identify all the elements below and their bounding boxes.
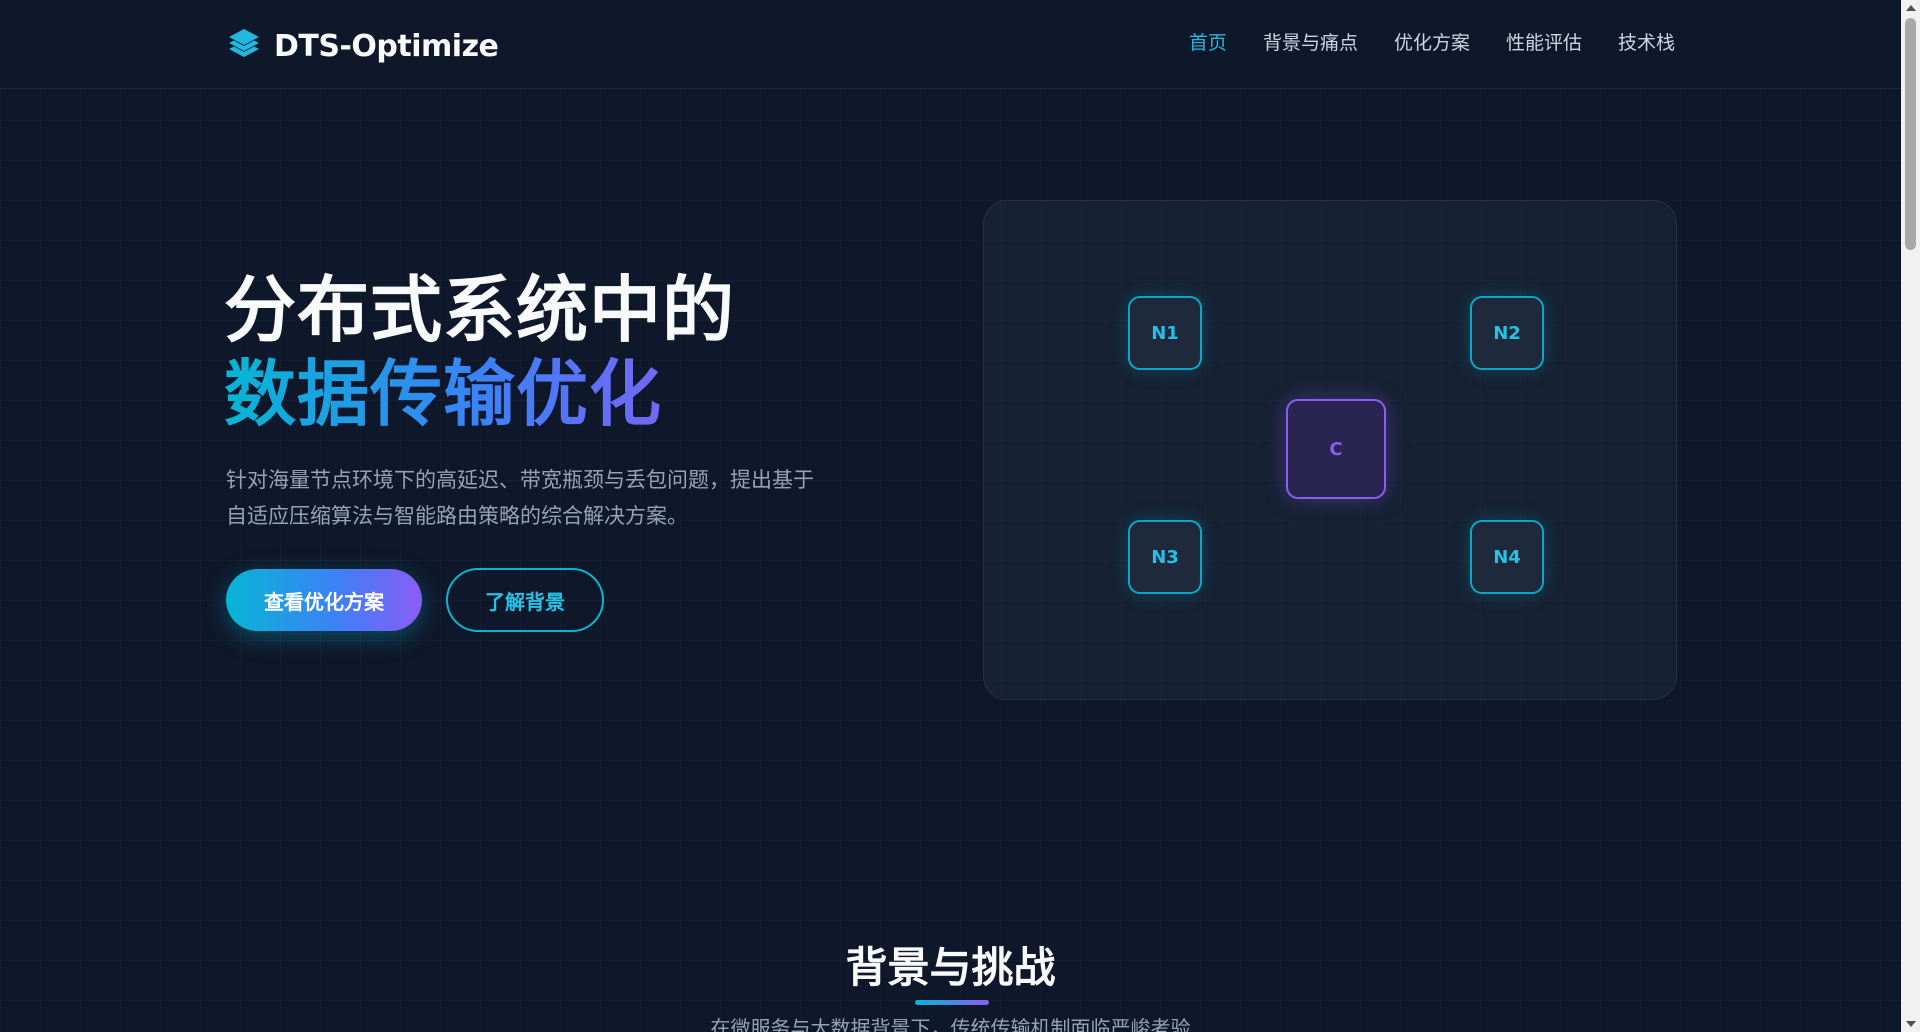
nav-links: 首页 背景与痛点 优化方案 性能评估 技术栈 <box>1189 28 1675 55</box>
page-viewport: DTS-Optimize 首页 背景与痛点 优化方案 性能评估 技术栈 分布式系… <box>0 0 1901 1032</box>
scroll-down-arrow-icon[interactable] <box>1906 1021 1916 1027</box>
hero-description-line2: 自适应压缩算法与智能路由策略的综合解决方案。 <box>226 504 688 528</box>
view-solutions-button[interactable]: 查看优化方案 <box>226 569 422 631</box>
layers-icon <box>226 26 262 66</box>
network-diagram-panel: N1 N2 C N3 N4 <box>983 200 1677 700</box>
network-node-center: C <box>1286 399 1386 499</box>
section-subtitle: 在微服务与大数据背景下，传统传输机制面临严峻考验 <box>710 1016 1191 1032</box>
hero-title: 分布式系统中的 数据传输优化 <box>224 268 735 436</box>
nav-link-tech-stack[interactable]: 技术栈 <box>1618 28 1675 55</box>
hero-description: 针对海量节点环境下的高延迟、带宽瓶颈与丢包问题，提出基于 自适应压缩算法与智能路… <box>226 462 866 534</box>
nav-link-background[interactable]: 背景与痛点 <box>1263 28 1358 55</box>
logo-text: DTS-Optimize <box>274 28 499 64</box>
hero-title-line2: 数据传输优化 <box>224 352 735 436</box>
top-navbar: DTS-Optimize 首页 背景与痛点 优化方案 性能评估 技术栈 <box>0 0 1901 89</box>
network-node-n4: N4 <box>1470 520 1544 594</box>
vertical-scrollbar[interactable] <box>1901 0 1920 1032</box>
scroll-up-arrow-icon[interactable] <box>1906 5 1916 11</box>
hero-description-line1: 针对海量节点环境下的高延迟、带宽瓶颈与丢包问题，提出基于 <box>226 468 814 492</box>
nav-link-home[interactable]: 首页 <box>1189 28 1227 55</box>
network-node-n1: N1 <box>1128 296 1202 370</box>
hero-title-line1: 分布式系统中的 <box>224 268 736 352</box>
section-title: 背景与挑战 <box>845 943 1056 992</box>
scrollbar-thumb[interactable] <box>1905 18 1916 250</box>
logo[interactable]: DTS-Optimize <box>226 26 499 66</box>
learn-background-button[interactable]: 了解背景 <box>446 568 604 632</box>
nav-link-evaluation[interactable]: 性能评估 <box>1506 28 1582 55</box>
nav-link-solutions[interactable]: 优化方案 <box>1394 28 1470 55</box>
network-node-n3: N3 <box>1128 520 1202 594</box>
section-title-underline <box>915 1000 989 1005</box>
network-node-n2: N2 <box>1470 296 1544 370</box>
